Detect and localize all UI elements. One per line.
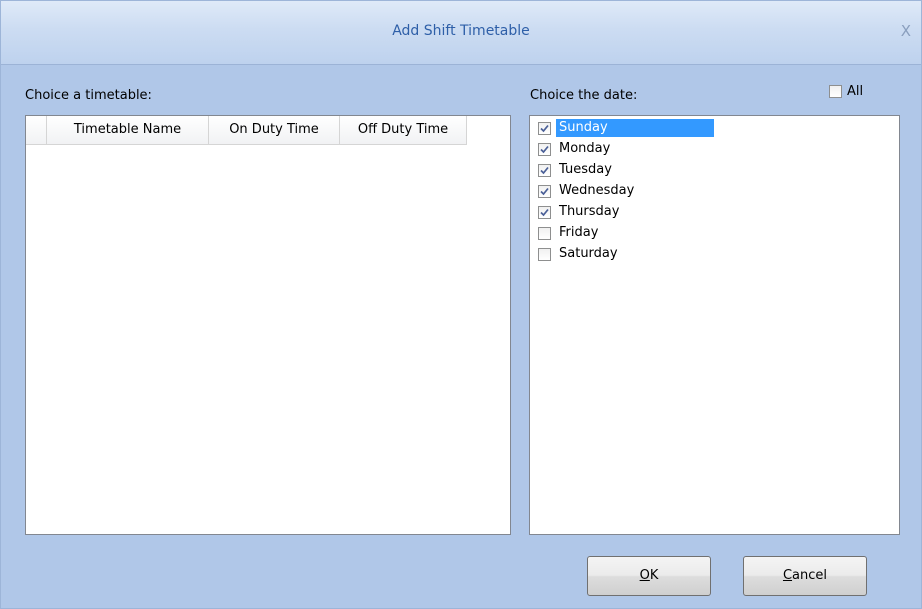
close-button[interactable]: X [901, 22, 911, 40]
all-checkbox-row[interactable]: All [829, 84, 863, 99]
date-checklist[interactable]: Sunday Monday Tuesday Wednesday Thursday Frid… [529, 115, 900, 535]
date-item-friday[interactable]: Friday [538, 223, 601, 243]
check-mark-icon [540, 208, 549, 216]
all-label: All [847, 84, 864, 99]
cancel-button[interactable]: Cancel [743, 556, 867, 596]
date-label: Choice the date: [530, 88, 638, 103]
date-item-label: Tuesday [559, 162, 612, 177]
date-item-label: Friday [559, 225, 599, 240]
date-checkbox[interactable] [538, 163, 551, 177]
date-item-wednesday[interactable]: Wednesday [538, 181, 637, 201]
date-item-tuesday[interactable]: Tuesday [538, 160, 615, 180]
column-on-duty-time[interactable]: On Duty Time [209, 116, 340, 144]
date-item-label: Sunday [556, 119, 714, 137]
ok-mnemonic: O [639, 568, 650, 583]
date-checkbox[interactable] [538, 184, 551, 198]
timetable-list-header: Timetable Name On Duty Time Off Duty Tim… [26, 116, 467, 145]
cancel-label-rest: ancel [792, 568, 828, 583]
timetable-label: Choice a timetable: [25, 88, 152, 103]
column-timetable-name[interactable]: Timetable Name [47, 116, 209, 144]
check-mark-icon [540, 145, 549, 153]
check-mark-icon [540, 187, 549, 195]
date-item-thursday[interactable]: Thursday [538, 202, 622, 222]
date-checkbox[interactable] [538, 247, 551, 261]
check-mark-icon [540, 166, 549, 174]
dialog-title: Add Shift Timetable [392, 23, 530, 39]
column-off-duty-time[interactable]: Off Duty Time [340, 116, 467, 144]
row-indicator-column [26, 116, 47, 144]
date-item-label: Thursday [559, 204, 620, 219]
add-shift-timetable-dialog: Add Shift Timetable X Choice a timetable… [0, 0, 922, 609]
cancel-mnemonic: C [782, 568, 793, 583]
date-item-label: Wednesday [559, 183, 635, 198]
date-item-saturday[interactable]: Saturday [538, 244, 621, 264]
ok-button[interactable]: OK [587, 556, 711, 596]
date-item-label: Monday [559, 141, 611, 156]
title-bar[interactable]: Add Shift Timetable X [1, 1, 921, 65]
date-checkbox[interactable] [538, 226, 551, 240]
date-item-label: Saturday [559, 246, 618, 261]
date-item-sunday[interactable]: Sunday [538, 118, 714, 138]
timetable-list[interactable]: Timetable Name On Duty Time Off Duty Tim… [25, 115, 511, 535]
date-checkbox[interactable] [538, 142, 551, 156]
date-checkbox[interactable] [538, 121, 551, 135]
ok-label-rest: K [649, 568, 659, 583]
check-mark-icon [540, 124, 549, 132]
date-item-monday[interactable]: Monday [538, 139, 613, 159]
all-checkbox[interactable] [829, 85, 842, 98]
date-checkbox[interactable] [538, 205, 551, 219]
